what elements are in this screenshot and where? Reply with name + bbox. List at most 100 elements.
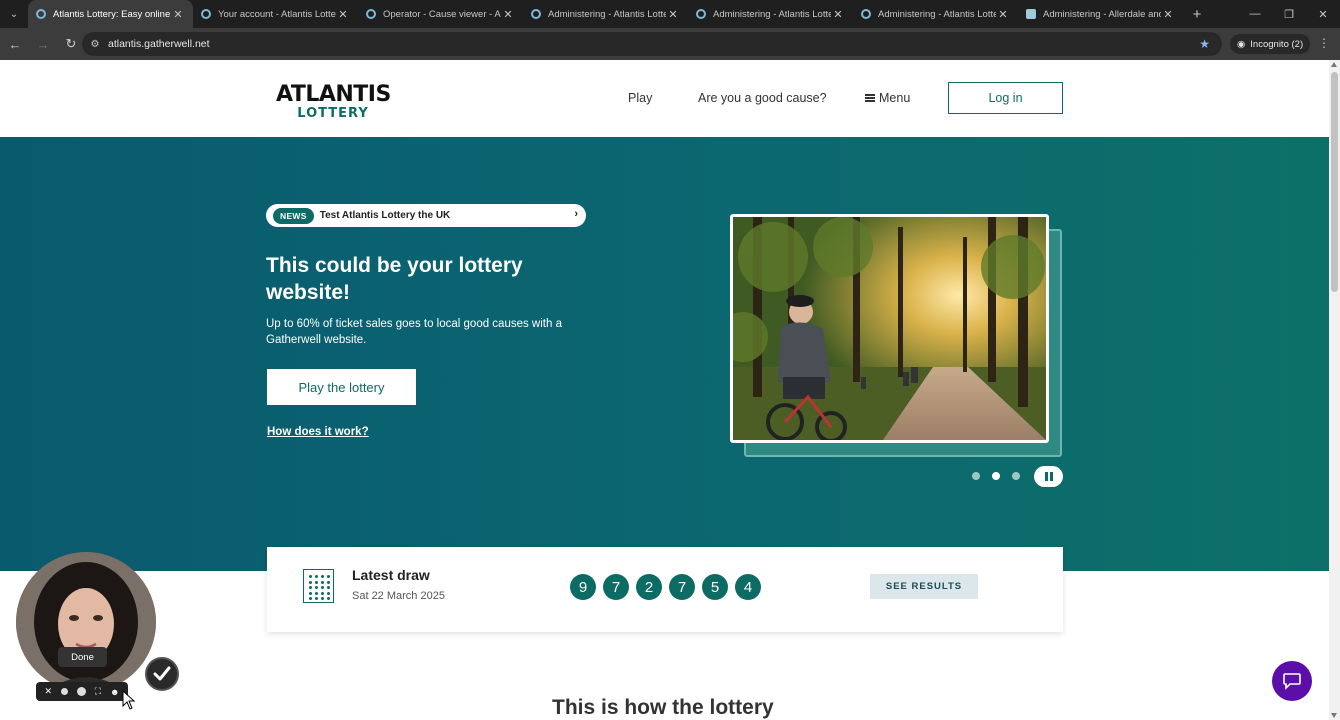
ticket-dot <box>327 580 330 584</box>
ticket-dot <box>309 580 312 584</box>
new-tab-button[interactable]: + <box>1183 0 1211 28</box>
carousel-dot-1[interactable] <box>972 472 980 480</box>
nav-good-cause-link[interactable]: Are you a good cause? <box>698 91 827 105</box>
browser-tab[interactable]: Operator - Cause viewer - Atlan✕ <box>358 0 523 28</box>
play-the-lottery-button[interactable]: Play the lottery <box>267 369 416 405</box>
browser-tab-title: Administering - Allerdale and U <box>1043 8 1161 20</box>
close-window-icon[interactable]: ✕ <box>1306 0 1340 28</box>
gatherwell-favicon-icon <box>36 9 46 19</box>
reload-icon[interactable]: ↻ <box>58 31 84 57</box>
ticket-dot <box>309 586 312 589</box>
ticket-dot <box>327 591 330 595</box>
ticket-dot <box>315 575 318 578</box>
news-badge: NEWS <box>273 207 314 224</box>
site-logo[interactable]: ATLANTIS LOTTERY <box>276 84 391 121</box>
site-header <box>0 60 1329 137</box>
browser-tab-title: Administering - Atlantis Lottery <box>878 8 996 20</box>
site-info-icon[interactable]: ⚙ <box>82 39 108 50</box>
url-text[interactable]: atlantis.gatherwell.net <box>108 38 210 50</box>
fullscreen-icon[interactable]: ⛶ <box>95 686 101 697</box>
close-tab-icon[interactable]: ✕ <box>996 8 1010 21</box>
gatherwell-favicon-icon <box>366 9 376 19</box>
forward-icon[interactable]: → <box>30 31 56 57</box>
tab-search-icon[interactable]: ⌄ <box>0 0 28 28</box>
latest-draw-date: Sat 22 March 2025 <box>352 590 445 602</box>
ticket-dot <box>309 591 312 595</box>
hero-subtitle: Up to 60% of ticket sales goes to local … <box>266 318 562 346</box>
nav-play-link[interactable]: Play <box>628 91 652 105</box>
back-icon[interactable]: ← <box>2 31 28 57</box>
browser-tab-title: Your account - Atlantis Lottery <box>218 8 336 20</box>
hamburger-icon <box>865 94 875 102</box>
nav-menu-button[interactable]: Menu <box>865 91 910 105</box>
close-tab-icon[interactable]: ✕ <box>831 8 845 21</box>
close-tab-icon[interactable]: ✕ <box>171 8 185 21</box>
ticket-dot <box>321 597 324 600</box>
mouse-cursor-icon <box>122 690 136 710</box>
bookmark-star-icon[interactable]: ★ <box>1199 37 1210 51</box>
address-bar[interactable]: ⚙ atlantis.gatherwell.net ★ <box>82 32 1222 56</box>
browser-tab[interactable]: Atlantis Lottery: Easy online fun✕ <box>28 0 193 28</box>
browser-menu-icon[interactable]: ⋮ <box>1318 36 1330 50</box>
gatherwell-favicon-icon <box>531 9 541 19</box>
close-tab-icon[interactable]: ✕ <box>501 8 515 21</box>
person-icon[interactable]: ☻ <box>110 687 119 697</box>
carousel-pause-button[interactable] <box>1034 466 1063 487</box>
minimize-icon[interactable]: — <box>1238 0 1272 28</box>
large-bubble-size-icon[interactable] <box>76 687 86 696</box>
hero-carousel-image <box>730 214 1049 443</box>
scroll-down-arrow-icon[interactable] <box>1331 713 1337 718</box>
close-tab-icon[interactable]: ✕ <box>336 8 350 21</box>
browser-toolbar: ← → ↻ ⚙ atlantis.gatherwell.net ★ ◉ Inco… <box>0 28 1340 60</box>
chat-widget-button[interactable] <box>1272 661 1312 701</box>
see-results-button[interactable]: SEE RESULTS <box>870 574 978 599</box>
draw-number-ball: 7 <box>603 574 629 600</box>
ticket-dot <box>321 586 324 589</box>
login-button[interactable]: Log in <box>948 82 1063 114</box>
nav-menu-label: Menu <box>879 91 911 105</box>
page-scrollbar[interactable] <box>1329 60 1340 720</box>
ticket-dot <box>327 597 330 600</box>
browser-tab[interactable]: Administering - Allerdale and U ✕ <box>1018 0 1183 28</box>
small-bubble-size-icon[interactable] <box>60 688 68 695</box>
latest-draw-label: Latest draw <box>352 567 430 583</box>
browser-tab[interactable]: Administering - Atlantis Lottery ✕ <box>523 0 688 28</box>
incognito-indicator[interactable]: ◉ Incognito (2) <box>1230 34 1311 54</box>
ticket-dot <box>321 580 324 584</box>
pause-icon <box>1044 472 1048 481</box>
document-favicon-icon <box>1026 9 1036 19</box>
ticket-dot <box>321 591 324 595</box>
recording-done-button[interactable] <box>145 657 179 691</box>
news-ticker[interactable]: NEWS Test Atlantis Lottery the UK › <box>266 204 586 227</box>
ticket-dot <box>327 575 330 578</box>
hero-banner <box>0 137 1329 571</box>
browser-tab-title: Administering - Atlantis Lottery <box>548 8 666 20</box>
browser-tab[interactable]: Your account - Atlantis Lottery ✕ <box>193 0 358 28</box>
pause-icon <box>1049 472 1053 481</box>
browser-tab[interactable]: Administering - Atlantis Lottery ✕ <box>688 0 853 28</box>
gatherwell-favicon-icon <box>861 9 871 19</box>
close-recorder-icon[interactable]: ✕ <box>44 686 52 697</box>
close-tab-icon[interactable]: ✕ <box>1161 8 1175 21</box>
draw-numbers: 972754 <box>570 574 761 600</box>
carousel-dot-2[interactable] <box>992 472 1000 480</box>
carousel-dot-3[interactable] <box>1012 472 1020 480</box>
ticket-dot <box>309 575 312 578</box>
restore-icon[interactable]: ❐ <box>1272 0 1306 28</box>
hero-title: This could be your lottery website! <box>266 254 523 304</box>
chevron-right-icon: › <box>574 208 578 220</box>
how-does-it-work-link[interactable]: How does it work? <box>267 426 369 438</box>
scroll-up-arrow-icon[interactable] <box>1331 62 1337 67</box>
incognito-label: Incognito (2) <box>1250 38 1304 50</box>
browser-tab[interactable]: Administering - Atlantis Lottery ✕ <box>853 0 1018 28</box>
presenter-video <box>16 552 156 692</box>
webcam-bubble[interactable] <box>16 552 156 692</box>
scroll-thumb[interactable] <box>1331 72 1338 292</box>
draw-number-ball: 7 <box>669 574 695 600</box>
close-tab-icon[interactable]: ✕ <box>666 8 680 21</box>
draw-number-ball: 4 <box>735 574 761 600</box>
gatherwell-favicon-icon <box>696 9 706 19</box>
ticket-dot <box>315 586 318 589</box>
news-text: Test Atlantis Lottery the UK <box>319 210 451 221</box>
ticket-dot <box>321 575 324 578</box>
